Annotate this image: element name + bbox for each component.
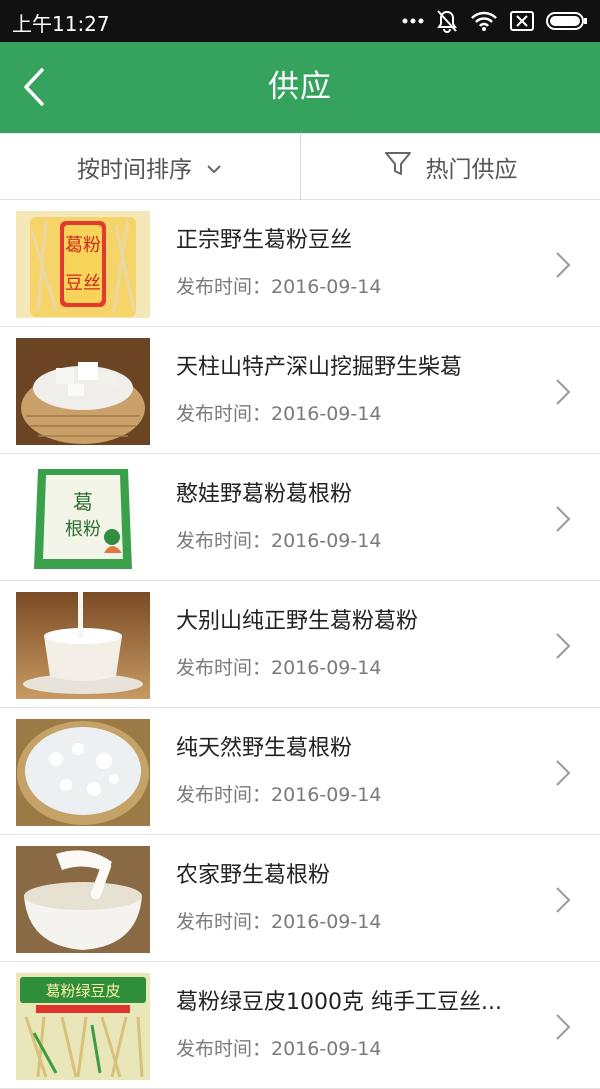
list-item[interactable]: 葛 根粉 憨娃野葛粉葛根粉 发布时间：2016-09-14 bbox=[0, 454, 600, 581]
svg-text:豆丝: 豆丝 bbox=[65, 273, 101, 294]
product-thumbnail: 葛粉绿豆皮 bbox=[16, 973, 150, 1080]
item-title: 纯天然野生葛根粉 bbox=[176, 736, 353, 761]
list-item[interactable]: 农家野生葛根粉 发布时间：2016-09-14 bbox=[0, 835, 600, 962]
product-thumbnail bbox=[16, 592, 150, 699]
list-item[interactable]: 葛粉 豆丝 正宗野生葛粉豆丝 发布时间：2016-09-14 bbox=[0, 200, 600, 327]
list-item[interactable]: 天柱山特产深山挖掘野生柴葛 发布时间：2016-09-14 bbox=[0, 327, 600, 454]
wifi-icon bbox=[470, 10, 498, 32]
product-thumbnail bbox=[16, 338, 150, 445]
chevron-right-icon bbox=[556, 887, 571, 913]
svg-text:葛粉: 葛粉 bbox=[65, 235, 101, 256]
chevron-right-icon bbox=[556, 252, 571, 278]
item-date: 发布时间：2016-09-14 bbox=[176, 276, 382, 298]
chevron-right-icon bbox=[556, 633, 571, 659]
chevron-right-icon bbox=[556, 379, 571, 405]
item-title: 憨娃野葛粉葛根粉 bbox=[176, 482, 353, 507]
item-title: 大别山纯正野生葛粉葛粉 bbox=[176, 609, 419, 634]
item-title: 农家野生葛根粉 bbox=[176, 863, 331, 888]
svg-text:葛: 葛 bbox=[73, 490, 93, 514]
item-date: 发布时间：2016-09-14 bbox=[176, 1038, 382, 1060]
item-date: 发布时间：2016-09-14 bbox=[176, 530, 382, 552]
chevron-right-icon bbox=[556, 506, 571, 532]
item-date: 发布时间：2016-09-14 bbox=[176, 403, 382, 425]
product-thumbnail: 葛 根粉 bbox=[16, 465, 150, 572]
hot-supply-label: 热门供应 bbox=[425, 157, 518, 183]
more-dots-icon bbox=[402, 17, 424, 25]
item-title: 正宗野生葛粉豆丝 bbox=[176, 228, 353, 253]
item-date: 发布时间：2016-09-14 bbox=[176, 784, 382, 806]
svg-text:葛粉绿豆皮: 葛粉绿豆皮 bbox=[45, 982, 120, 1000]
status-time: 上午11:27 bbox=[12, 12, 110, 36]
list-item[interactable]: 葛粉绿豆皮 葛粉绿豆皮1000克 纯手工豆丝... 发布时间：2016-09-1… bbox=[0, 962, 600, 1089]
sort-label: 按时间排序 bbox=[77, 157, 192, 183]
sim-x-icon bbox=[510, 11, 534, 31]
app-bar: 供应 bbox=[0, 42, 600, 133]
item-title: 葛粉绿豆皮1000克 纯手工豆丝... bbox=[176, 990, 502, 1015]
svg-text:根粉: 根粉 bbox=[65, 519, 101, 540]
mute-bell-icon bbox=[436, 9, 458, 33]
chevron-right-icon bbox=[556, 760, 571, 786]
supply-list: 葛粉 豆丝 正宗野生葛粉豆丝 发布时间：2016-09-14 天柱山特产深山挖掘… bbox=[0, 200, 600, 1089]
sort-by-time-button[interactable]: 按时间排序 bbox=[0, 134, 299, 200]
product-thumbnail: 葛粉 豆丝 bbox=[16, 211, 150, 318]
list-item[interactable]: 大别山纯正野生葛粉葛粉 发布时间：2016-09-14 bbox=[0, 581, 600, 708]
battery-icon bbox=[546, 11, 588, 31]
chevron-down-icon bbox=[206, 154, 222, 180]
status-icons bbox=[402, 8, 588, 34]
item-title: 天柱山特产深山挖掘野生柴葛 bbox=[176, 355, 463, 380]
hot-supply-button[interactable]: 热门供应 bbox=[301, 134, 600, 200]
product-thumbnail bbox=[16, 719, 150, 826]
product-thumbnail bbox=[16, 846, 150, 953]
status-bar: 上午11:27 bbox=[0, 0, 600, 42]
filter-bar: 按时间排序 热门供应 bbox=[0, 133, 600, 200]
item-date: 发布时间：2016-09-14 bbox=[176, 911, 382, 933]
list-item[interactable]: 纯天然野生葛根粉 发布时间：2016-09-14 bbox=[0, 708, 600, 835]
item-date: 发布时间：2016-09-14 bbox=[176, 657, 382, 679]
page-title: 供应 bbox=[268, 69, 332, 105]
chevron-right-icon bbox=[556, 1014, 571, 1040]
filter-funnel-icon bbox=[384, 150, 412, 184]
